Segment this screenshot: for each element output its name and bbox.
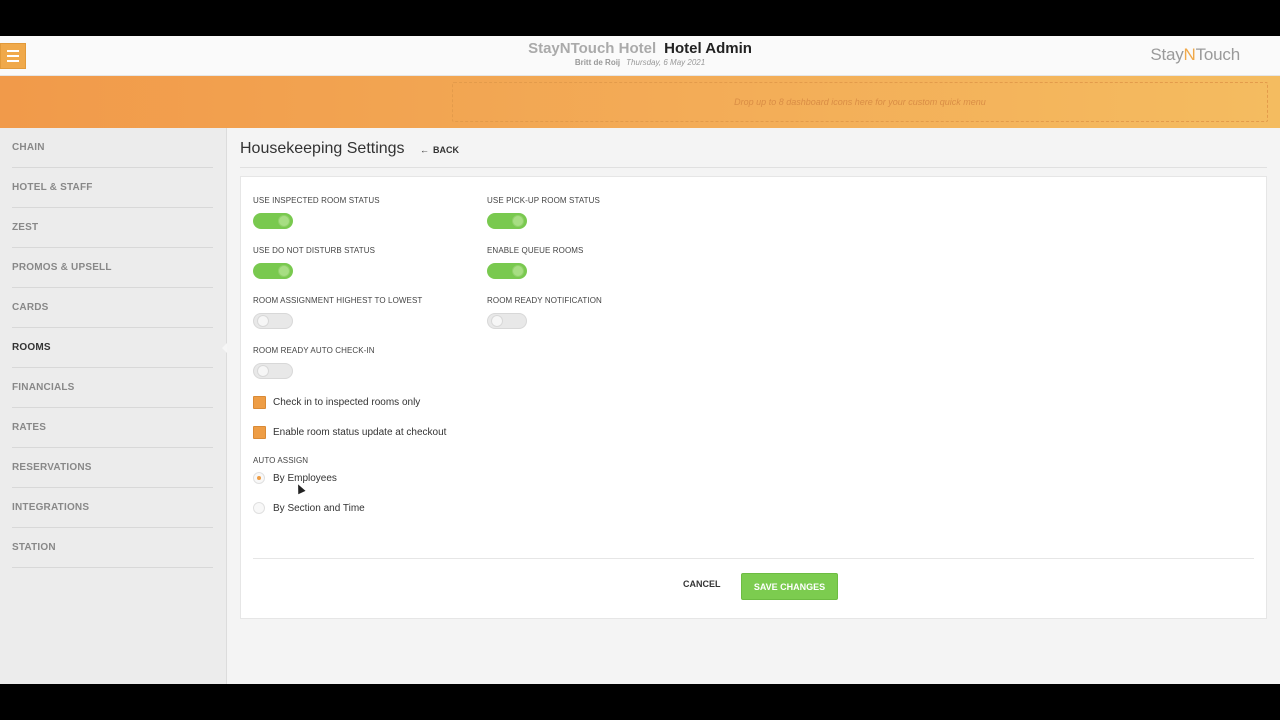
sidebar-item-promos-upsell[interactable]: PROMOS & UPSELL [12, 248, 213, 288]
admin-sidebar: CHAIN HOTEL & STAFF ZEST PROMOS & UPSELL… [0, 128, 228, 684]
sidebar-item-station[interactable]: STATION [12, 528, 213, 568]
back-button[interactable]: ← BACK [420, 145, 459, 155]
toggle-knob [257, 365, 269, 377]
field-label: ROOM READY NOTIFICATION [487, 296, 602, 305]
radio-label: By Section and Time [273, 502, 365, 514]
checkbox-box[interactable] [253, 396, 266, 409]
current-date: Thursday, 6 May 2021 [626, 58, 706, 67]
hotel-name: StayNTouch Hotel [528, 40, 657, 57]
header-title-block: StayNTouch Hotel Hotel Admin Britt de Roi… [0, 40, 1280, 67]
auto-assign-by-section-time-radio[interactable]: By Section and Time [253, 502, 365, 514]
field-room-ready-auto-checkin: ROOM READY AUTO CHECK-IN [253, 346, 375, 379]
toggle-knob [512, 215, 524, 227]
sidebar-item-reservations[interactable]: RESERVATIONS [12, 448, 213, 488]
field-label: AUTO ASSIGN [253, 456, 309, 465]
toggle-knob [278, 265, 290, 277]
main-content: Housekeeping Settings ← BACK USE INSPECTE… [227, 128, 1280, 684]
field-label: ROOM ASSIGNMENT HIGHEST TO LOWEST [253, 296, 423, 305]
sidebar-item-hotel-staff[interactable]: HOTEL & STAFF [12, 168, 213, 208]
field-label: USE PICK-UP ROOM STATUS [487, 196, 600, 205]
back-arrow-icon: ← [420, 145, 429, 155]
back-label: BACK [433, 145, 459, 155]
checkin-inspected-only-checkbox[interactable]: Check in to inspected rooms only [253, 396, 420, 409]
field-label: ENABLE QUEUE ROOMS [487, 246, 584, 255]
room-ready-notification-toggle[interactable] [487, 313, 527, 329]
checkbox-box[interactable] [253, 426, 266, 439]
checkbox-label: Check in to inspected rooms only [273, 397, 421, 408]
toggle-knob [278, 215, 290, 227]
radio-button[interactable] [253, 502, 265, 514]
toggle-knob [491, 315, 503, 327]
sidebar-item-rates[interactable]: RATES [12, 408, 213, 448]
brand-logo: StayNTouch [1150, 45, 1240, 65]
checkbox-label: Enable room status update at checkout [273, 427, 447, 438]
brand-logo-prefix: Stay [1150, 45, 1184, 64]
sidebar-item-zest[interactable]: ZEST [12, 208, 213, 248]
page-title: Housekeeping Settings [240, 140, 405, 157]
letterbox-top [0, 0, 1280, 36]
radio-button[interactable] [253, 472, 265, 484]
field-label: USE INSPECTED ROOM STATUS [253, 196, 380, 205]
header-subtitle: Britt de Roij Thursday, 6 May 2021 [0, 58, 1280, 67]
room-ready-auto-checkin-toggle[interactable] [253, 363, 293, 379]
status-update-checkout-checkbox[interactable]: Enable room status update at checkout [253, 426, 446, 439]
dashboard-quick-menu-band: Drop up to 8 dashboard icons here for yo… [0, 76, 1280, 128]
sidebar-item-rooms[interactable]: ROOMS [12, 328, 228, 368]
queue-rooms-toggle[interactable] [487, 263, 527, 279]
field-label: ROOM READY AUTO CHECK-IN [253, 346, 375, 355]
cancel-button[interactable]: CANCEL [683, 579, 721, 589]
page-header: Housekeeping Settings ← BACK [240, 138, 1267, 168]
toggle-knob [512, 265, 524, 277]
sidebar-item-cards[interactable]: CARDS [12, 288, 213, 328]
app-header: StayNTouch Hotel Hotel Admin Britt de Roi… [0, 36, 1280, 76]
pickup-room-status-toggle[interactable] [487, 213, 527, 229]
auto-assign-by-employees-radio[interactable]: By Employees [253, 472, 337, 484]
section-title: Hotel Admin [664, 40, 752, 57]
letterbox-bottom [0, 684, 1280, 720]
field-room-ready-notification: ROOM READY NOTIFICATION [487, 296, 602, 329]
field-queue-rooms: ENABLE QUEUE ROOMS [487, 246, 584, 279]
brand-logo-accent: N [1183, 45, 1196, 64]
field-do-not-disturb: USE DO NOT DISTURB STATUS [253, 246, 375, 279]
user-name: Britt de Roij [574, 58, 621, 67]
radio-label: By Employees [273, 472, 337, 484]
field-pickup-room-status: USE PICK-UP ROOM STATUS [487, 196, 600, 229]
sidebar-item-chain[interactable]: CHAIN [12, 128, 213, 168]
toggle-knob [257, 315, 269, 327]
field-inspected-room-status: USE INSPECTED ROOM STATUS [253, 196, 380, 229]
field-label: USE DO NOT DISTURB STATUS [253, 246, 376, 255]
brand-logo-suffix: Touch [1195, 45, 1241, 64]
form-divider [253, 558, 1254, 559]
do-not-disturb-toggle[interactable] [253, 263, 293, 279]
header-title: StayNTouch Hotel Hotel Admin [0, 40, 1280, 57]
settings-card: USE INSPECTED ROOM STATUS USE PICK-UP RO… [240, 176, 1267, 619]
sidebar-item-financials[interactable]: FINANCIALS [12, 368, 213, 408]
save-changes-button[interactable]: SAVE CHANGES [741, 573, 838, 600]
inspected-room-status-toggle[interactable] [253, 213, 293, 229]
quick-menu-drop-zone[interactable]: Drop up to 8 dashboard icons here for yo… [452, 82, 1268, 122]
assignment-high-low-toggle[interactable] [253, 313, 293, 329]
field-assignment-high-low: ROOM ASSIGNMENT HIGHEST TO LOWEST [253, 296, 422, 329]
sidebar-item-integrations[interactable]: INTEGRATIONS [12, 488, 213, 528]
field-auto-assign: AUTO ASSIGN [253, 456, 308, 465]
